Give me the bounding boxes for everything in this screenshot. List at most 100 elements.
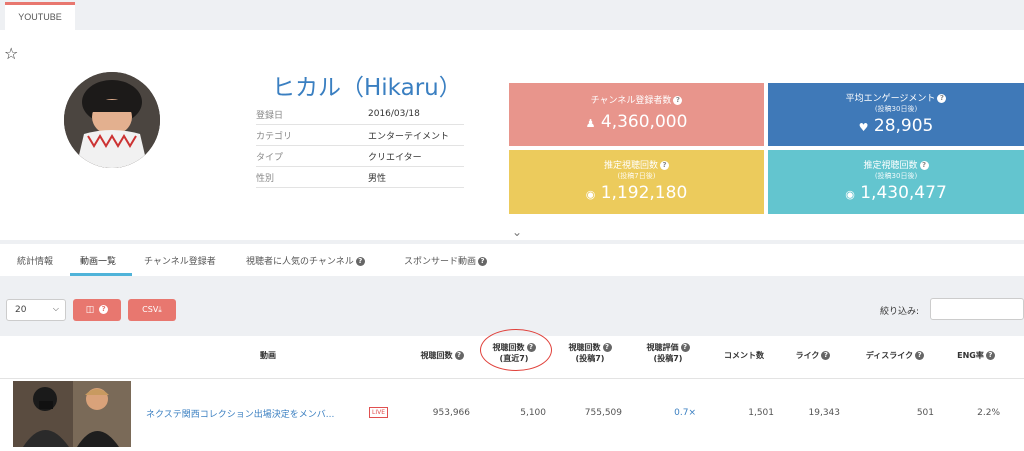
columns-button[interactable]: ◫ ? (73, 299, 121, 321)
info-key: 性別 (256, 173, 275, 184)
stat-value: 1,192,180 (600, 183, 688, 203)
stat-sublabel: (投稿7日後) (617, 172, 656, 180)
stat-sublabel: (投稿30日後) (874, 105, 918, 113)
help-icon[interactable]: ? (602, 343, 612, 352)
stat-views-30d: 推定視聴回数? (投稿30日後) ◉ 1,430,477 (768, 150, 1024, 214)
stat-label: 推定視聴回数 (603, 161, 658, 171)
page-size-value: 20 (15, 305, 27, 315)
info-value: クリエイター (368, 152, 422, 163)
help-icon[interactable]: ? (673, 96, 683, 105)
header-label: 視聴回数 (568, 343, 601, 352)
info-row: タイプ クリエイター (256, 146, 464, 167)
tab-youtube[interactable]: YOUTUBE (5, 2, 75, 30)
csv-download-button[interactable]: CSV⤓ (128, 299, 176, 321)
tab-subscribers[interactable]: チャンネル登録者 (144, 254, 216, 267)
tab-video-list[interactable]: 動画一覧 (80, 254, 116, 267)
help-icon[interactable]: ? (821, 351, 831, 360)
help-icon[interactable]: ? (478, 257, 488, 266)
filter-label: 絞り込み: (880, 307, 920, 317)
stats-grid: チャンネル登録者数? ♟ 4,360,000 平均エンゲージメント? (投稿30… (509, 83, 1024, 214)
video-title-link[interactable]: ネクステ関西コレクション出場決定をメンバ... (146, 407, 334, 420)
tab-label: 視聴者に人気のチャンネル (246, 257, 354, 267)
stat-value: 28,905 (873, 116, 934, 136)
cell-views: 953,966 (432, 408, 470, 418)
page-size-select[interactable]: 20 ⌵ (6, 299, 66, 321)
stat-engagement: 平均エンゲージメント? (投稿30日後) ♥ 28,905 (768, 83, 1024, 146)
help-icon: ? (99, 305, 109, 314)
columns-icon: ◫ (85, 305, 95, 315)
cell-eng-rate: 2.2% (977, 408, 1000, 418)
stat-label: 平均エンゲージメント (845, 94, 936, 104)
cell-comments: 1,501 (748, 408, 774, 418)
header-label: ENG率 (957, 351, 984, 360)
header-divider (0, 378, 1024, 379)
col-header-views[interactable]: 視聴回数? (414, 350, 470, 361)
channel-info-table: 登録日 2016/03/18 カテゴリ エンターテイメント タイプ クリエイター 性別… (256, 104, 464, 188)
col-header-video[interactable]: 動画 (256, 350, 280, 361)
col-header-eng-rate[interactable]: ENG率? (952, 350, 1000, 361)
help-icon[interactable]: ? (919, 161, 929, 170)
stat-views-7d: 推定視聴回数? (投稿7日後) ◉ 1,192,180 (509, 150, 764, 214)
col-header-comments[interactable]: コメント数 (716, 350, 772, 361)
channel-avatar (64, 72, 160, 168)
help-icon[interactable]: ? (454, 351, 464, 360)
stat-subscribers: チャンネル登録者数? ♟ 4,360,000 (509, 83, 764, 146)
stat-value: 4,360,000 (600, 112, 688, 132)
col-header-dislikes[interactable]: ディスライク? (858, 350, 932, 361)
csv-label: CSV (142, 305, 159, 314)
eye-icon: ◉ (845, 188, 855, 201)
help-icon[interactable]: ? (985, 351, 995, 360)
table-toolbar: 20 ⌵ ◫ ? CSV⤓ 絞り込み: (0, 276, 1024, 336)
header-sublabel: (投稿7) (575, 354, 605, 363)
stat-label: チャンネル登録者数 (590, 96, 672, 106)
heart-icon: ♥ (858, 121, 869, 134)
help-icon[interactable]: ? (660, 161, 669, 170)
col-header-likes[interactable]: ライク? (790, 350, 836, 361)
header-label: 視聴回数 (420, 351, 453, 360)
favorite-star-icon[interactable]: ☆ (4, 44, 18, 63)
info-key: 登録日 (256, 110, 284, 121)
cell-views-post7: 755,509 (584, 408, 622, 418)
stat-value: 1,430,477 (860, 183, 947, 203)
tab-statistics[interactable]: 統計情報 (17, 254, 53, 267)
help-icon[interactable]: ? (937, 94, 947, 103)
platform-tabbar: YOUTUBE (0, 0, 1024, 30)
tab-label: スポンサード動画 (404, 257, 477, 267)
cell-views-recent7: 5,100 (520, 408, 546, 418)
col-header-rating-post7[interactable]: 視聴評価? (投稿7) (638, 342, 698, 364)
header-label: ディスライク (865, 351, 914, 360)
help-icon[interactable]: ? (915, 351, 925, 360)
tab-sponsored-videos[interactable]: スポンサード動画? (404, 254, 488, 267)
help-icon[interactable]: ? (355, 257, 365, 266)
cell-likes: 19,343 (808, 408, 841, 418)
header-sublabel: (投稿7) (653, 354, 683, 363)
filter-input[interactable] (930, 298, 1024, 320)
cell-dislikes: 501 (916, 408, 934, 418)
info-row: カテゴリ エンターテイメント (256, 125, 464, 146)
help-icon[interactable]: ? (680, 343, 690, 352)
eye-icon: ◉ (585, 188, 596, 201)
expand-chevron-icon[interactable]: ⌄ (512, 225, 522, 239)
info-key: カテゴリ (256, 131, 293, 142)
live-badge: LIVE (369, 407, 389, 418)
stat-label: 推定視聴回数 (863, 161, 918, 171)
header-label: 視聴評価 (646, 343, 679, 352)
info-value: 2016/03/18 (368, 109, 420, 119)
download-icon: ⤓ (158, 305, 162, 314)
cell-rating-post7: 0.7× (674, 408, 696, 418)
header-label: ライク (795, 351, 820, 360)
chevron-down-icon: ⌵ (52, 304, 59, 313)
stat-sublabel: (投稿30日後) (874, 172, 918, 180)
info-row: 性別 男性 (256, 167, 464, 188)
video-thumbnail[interactable] (13, 381, 131, 447)
channel-profile: ☆ ヒカル（Hikaru） 登録日 2016/03/18 カテゴリ エンターテイメン… (0, 30, 1024, 240)
info-row: 登録日 2016/03/18 (256, 104, 464, 125)
col-header-views-post7[interactable]: 視聴回数? (投稿7) (560, 342, 620, 364)
info-key: タイプ (256, 152, 284, 163)
channel-name: ヒカル（Hikaru） (272, 75, 462, 101)
person-icon: ♟ (585, 117, 596, 130)
info-value: エンターテイメント (368, 131, 450, 142)
highlight-circle-annotation (480, 329, 552, 371)
section-tabs: 統計情報 動画一覧 チャンネル登録者 視聴者に人気のチャンネル? スポンサード動… (0, 244, 1024, 276)
tab-popular-channels[interactable]: 視聴者に人気のチャンネル? (246, 254, 365, 267)
